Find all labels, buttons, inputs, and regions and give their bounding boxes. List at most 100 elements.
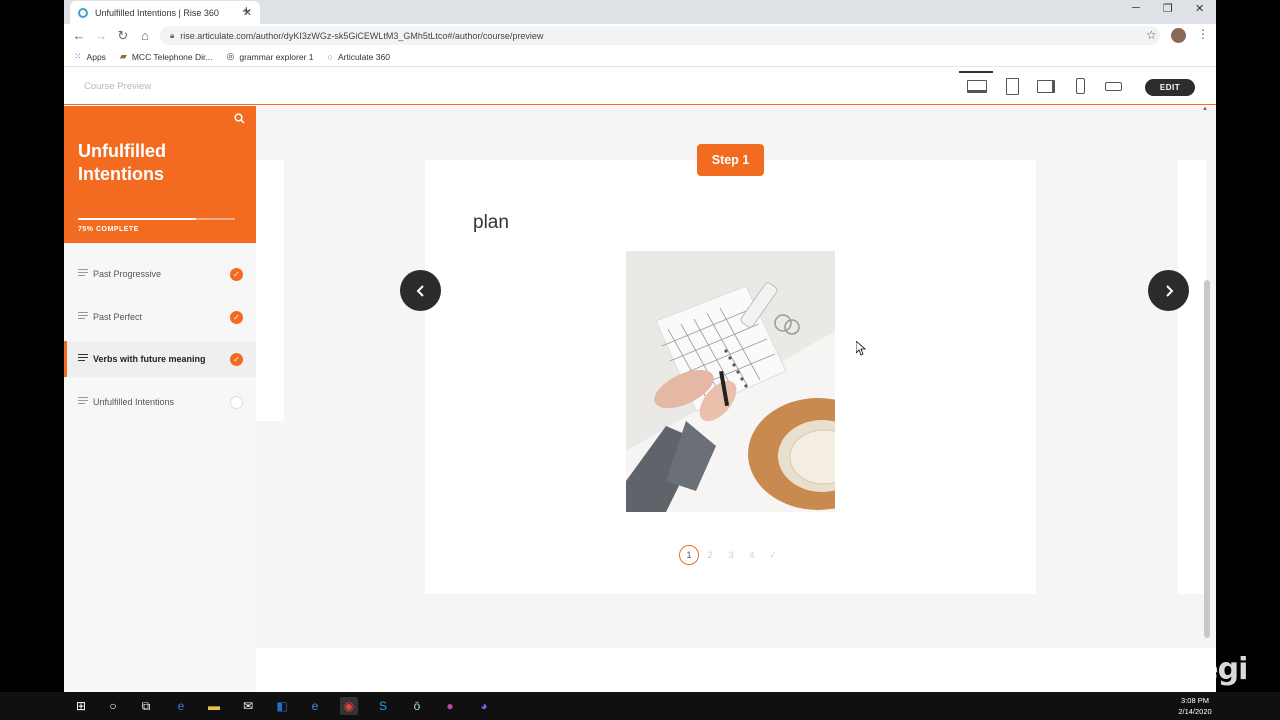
back-icon[interactable]: ← [68,28,90,43]
windows-start-icon[interactable]: ⊞ [72,697,90,715]
page-dot-1[interactable]: 1 [679,545,699,565]
forward-icon[interactable]: → [90,28,112,43]
search-cortana-icon[interactable]: ○ [104,697,122,715]
home-icon[interactable]: ⌂ [134,28,156,43]
sidebar-item-unfulfilled-intentions[interactable]: Unfulfilled Intentions [64,384,256,420]
apps-grid-icon: ⁙ [74,51,82,61]
mouse-cursor-icon [856,341,866,356]
windows-taskbar: ⊞ ○ ⧉ e ▬ ✉ ◧ e ◉ S ō ● ◕ 3:08 PM 2/14/2… [0,692,1280,720]
clock-time: 3:08 PM [1181,696,1209,705]
progress-text: 75% COMPLETE [78,226,139,233]
finish-check-icon[interactable]: ✓ [763,545,783,565]
storyline-icon[interactable]: ● [441,697,459,715]
step-pagination: 1 2 3 4 ✓ [679,545,784,565]
scrollbar-thumb[interactable] [1204,280,1210,638]
close-window-icon[interactable]: ✕ [1195,2,1204,15]
course-preview-label: Course Preview [84,81,152,92]
content-footer-band [256,648,1216,692]
lesson-label: Unfulfilled Intentions [93,397,175,407]
previous-step-button[interactable] [400,270,441,311]
bookmark-articulate-360[interactable]: ○ Articulate 360 [328,52,390,62]
step-image [626,251,835,512]
tab-title: Unfulfilled Intentions | Rise 360 [95,7,219,18]
search-icon[interactable] [234,113,245,124]
step-heading: plan [473,212,509,233]
lesson-label: Past Progressive [93,269,162,279]
page-dot-3[interactable]: 3 [721,545,741,565]
lesson-lines-icon [78,354,88,363]
bookmark-label: Articulate 360 [337,51,390,62]
previous-step-card [256,160,284,421]
lesson-lines-icon [78,397,88,406]
sidebar-item-past-progressive[interactable]: Past Progressive ✓ [64,256,256,292]
tab-bar: Unfulfilled Intentions | Rise 360 ✕ + ─ … [64,0,1216,24]
tablet-portrait-view-icon[interactable] [1002,77,1022,95]
phone-portrait-view-icon[interactable] [1070,77,1090,95]
globe-icon: ◎ [226,51,235,61]
page-dot-4[interactable]: 4 [742,545,762,565]
completed-check-icon: ✓ [230,352,243,366]
lesson-lines-icon [78,312,88,321]
articulate-icon: ○ [327,51,333,62]
new-tab-icon[interactable]: + [242,3,251,20]
bookmark-label: grammar explorer 1 [239,51,314,62]
scroll-up-arrow-icon[interactable]: ▲ [1202,106,1208,112]
bookmark-star-icon[interactable]: ☆ [1146,28,1157,42]
lesson-lines-icon [78,269,88,278]
course-progress-bar [78,218,235,220]
completed-check-icon: ✓ [230,267,243,281]
sidebar-item-past-perfect[interactable]: Past Perfect ✓ [64,299,256,335]
articulate-favicon-icon [78,7,88,18]
course-progress-fill [78,218,196,220]
page-dot-2[interactable]: 2 [700,545,720,565]
logo-watermark: legi [1189,652,1248,687]
browser-tab[interactable]: Unfulfilled Intentions | Rise 360 ✕ [70,1,260,24]
outlook-icon[interactable]: ◧ [273,697,291,715]
bookmarks-bar: ⁙ Apps ▰ MCC Telephone Dir... ◎ grammar … [64,47,1216,67]
skype-icon[interactable]: S [374,697,392,715]
phone-landscape-view-icon[interactable] [1103,77,1123,95]
edge-icon[interactable]: e [172,697,190,715]
folder-icon: ▰ [119,51,127,61]
bookmark-label: Apps [86,51,106,62]
process-step-card: plan 1 2 3 4 ✓ [425,160,1036,594]
tablet-landscape-view-icon[interactable] [1036,77,1056,95]
lesson-label: Past Perfect [93,312,143,322]
browser-toolbar: ← → ↻ ⌂ 🔒︎ rise.articulate.com/author/dy… [64,24,1216,47]
next-step-card [1178,160,1206,594]
file-explorer-icon[interactable]: ▬ [205,697,223,715]
articulate-storyline-icon[interactable]: ō [408,697,426,715]
reload-icon[interactable]: ↻ [112,28,134,44]
next-step-button[interactable] [1148,270,1189,311]
minimize-icon[interactable]: ─ [1132,2,1140,14]
chrome-icon[interactable]: ◉ [340,697,358,715]
profile-avatar[interactable] [1171,28,1186,43]
edit-button[interactable]: EDIT [1145,79,1195,96]
address-bar[interactable]: 🔒︎ rise.articulate.com/author/dyKI3zWGz-… [160,26,1160,45]
browser-menu-icon[interactable]: ⋮ [1197,27,1209,41]
browser-window: Unfulfilled Intentions | Rise 360 ✕ + ─ … [64,0,1216,692]
step-label-badge: Step 1 [697,144,764,176]
bookmark-mcc-telephone[interactable]: ▰ MCC Telephone Dir... [120,51,213,62]
mail-icon[interactable]: ✉ [239,697,257,715]
lesson-label: Verbs with future meaning [93,354,206,364]
lock-icon: 🔒︎ [170,30,175,40]
incomplete-circle-icon [230,395,243,409]
system-clock[interactable]: 3:08 PM 2/14/2020 [1170,695,1220,717]
restore-icon[interactable]: ❐ [1163,2,1173,15]
internet-explorer-icon[interactable]: e [306,697,324,715]
lesson-content: plan 1 2 3 4 ✓ Step 1 ▲ [256,106,1216,692]
bookmark-grammar-explorer[interactable]: ◎ grammar explorer 1 [226,51,313,62]
chevron-left-icon [416,284,424,297]
course-title: Unfulfilled Intentions [78,141,166,184]
completed-check-icon: ✓ [230,310,243,324]
clock-date: 2/14/2020 [1178,707,1212,716]
desktop-view-icon[interactable] [959,71,993,95]
bookmark-apps[interactable]: ⁙ Apps [74,51,106,62]
task-view-icon[interactable]: ⧉ [137,697,155,715]
sidebar-item-verbs-future-meaning[interactable]: Verbs with future meaning ✓ [64,341,256,377]
messenger-icon[interactable]: ◕ [475,697,493,715]
bookmark-label: MCC Telephone Dir... [131,51,213,62]
chevron-right-icon [1165,284,1173,297]
desktop: Unfulfilled Intentions | Rise 360 ✕ + ─ … [0,0,1280,720]
